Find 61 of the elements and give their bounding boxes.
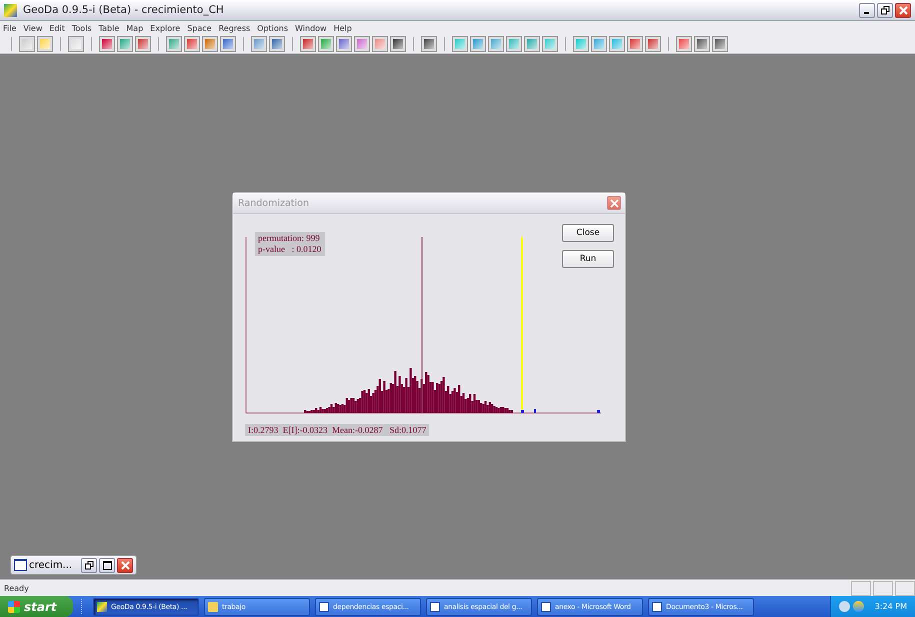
dialog-button[interactable]: Close bbox=[562, 224, 614, 242]
toolbar-icon[interactable] bbox=[336, 36, 352, 52]
app-icon bbox=[4, 4, 17, 16]
folder-icon bbox=[208, 602, 218, 612]
menu-item[interactable]: Options bbox=[257, 24, 288, 32]
toolbar-icon[interactable] bbox=[421, 36, 437, 52]
maximize-icon bbox=[102, 560, 112, 570]
menu-item[interactable]: Table bbox=[98, 24, 120, 32]
menu-item[interactable]: Space bbox=[187, 24, 212, 32]
restore-button[interactable] bbox=[877, 2, 893, 18]
menu-item[interactable]: Tools bbox=[72, 24, 92, 32]
menu-item[interactable]: View bbox=[23, 24, 42, 32]
close-icon bbox=[120, 560, 130, 570]
data-point bbox=[521, 410, 524, 413]
toolbar-icon[interactable] bbox=[99, 36, 115, 52]
close-icon bbox=[610, 198, 618, 208]
summary-statistics: I:0.2793 E[I]:-0.0323 Mean:-0.0287 Sd:0.1077 bbox=[245, 424, 430, 436]
toolbar-icon[interactable] bbox=[645, 36, 661, 52]
dialog-button[interactable]: Run bbox=[562, 250, 614, 268]
statistic-label: permutation: 999 bbox=[258, 233, 321, 244]
statistic-label: p-value : 0.0120 bbox=[258, 244, 322, 255]
minimized-window-title: crecim... bbox=[29, 560, 74, 570]
window-icon bbox=[14, 559, 27, 571]
clock: 3:24 PM bbox=[874, 602, 907, 611]
toolbar-icon[interactable] bbox=[184, 36, 200, 52]
windows-flag-icon bbox=[8, 600, 20, 612]
window-title: GeoDa 0.9.5-i (Beta) - crecimiento_CH bbox=[23, 4, 225, 16]
menu-item[interactable]: Explore bbox=[150, 24, 180, 32]
minimize-button[interactable] bbox=[859, 2, 875, 18]
app-icon bbox=[97, 602, 107, 612]
toolbar-icon[interactable] bbox=[694, 36, 710, 52]
data-point bbox=[597, 410, 600, 413]
close-button[interactable] bbox=[117, 558, 133, 572]
toolbar-icon[interactable] bbox=[627, 36, 643, 52]
menu-item[interactable]: Help bbox=[334, 24, 352, 32]
close-button[interactable] bbox=[607, 196, 621, 210]
menu-item[interactable]: Regress bbox=[218, 24, 250, 32]
start-button[interactable]: start bbox=[0, 596, 73, 617]
menu-item[interactable]: File bbox=[3, 24, 16, 32]
restore-icon bbox=[84, 560, 94, 570]
restore-button[interactable] bbox=[81, 558, 97, 572]
close-icon bbox=[898, 6, 908, 14]
menu-item[interactable]: Window bbox=[295, 24, 327, 32]
document-icon bbox=[319, 602, 329, 612]
document-icon bbox=[652, 602, 662, 612]
menu-item[interactable]: Map bbox=[126, 24, 144, 32]
document-icon bbox=[541, 602, 551, 612]
document-icon bbox=[430, 602, 440, 612]
toolbar-icon[interactable] bbox=[300, 36, 316, 52]
menu-item[interactable]: Edit bbox=[49, 24, 65, 32]
dialog-title: Randomization bbox=[238, 198, 309, 208]
toolbar-icon[interactable] bbox=[712, 36, 728, 52]
close-button[interactable] bbox=[895, 2, 911, 18]
toolbar-icon[interactable] bbox=[135, 36, 151, 52]
toolbar-icon[interactable] bbox=[269, 36, 285, 52]
minimized-window[interactable]: crecim... bbox=[10, 555, 137, 575]
toolbar-icon[interactable] bbox=[220, 36, 236, 52]
status-text: Ready bbox=[4, 584, 29, 592]
toolbar-icon[interactable] bbox=[390, 36, 406, 52]
restore-icon bbox=[880, 6, 890, 14]
maximize-button[interactable] bbox=[99, 558, 115, 572]
